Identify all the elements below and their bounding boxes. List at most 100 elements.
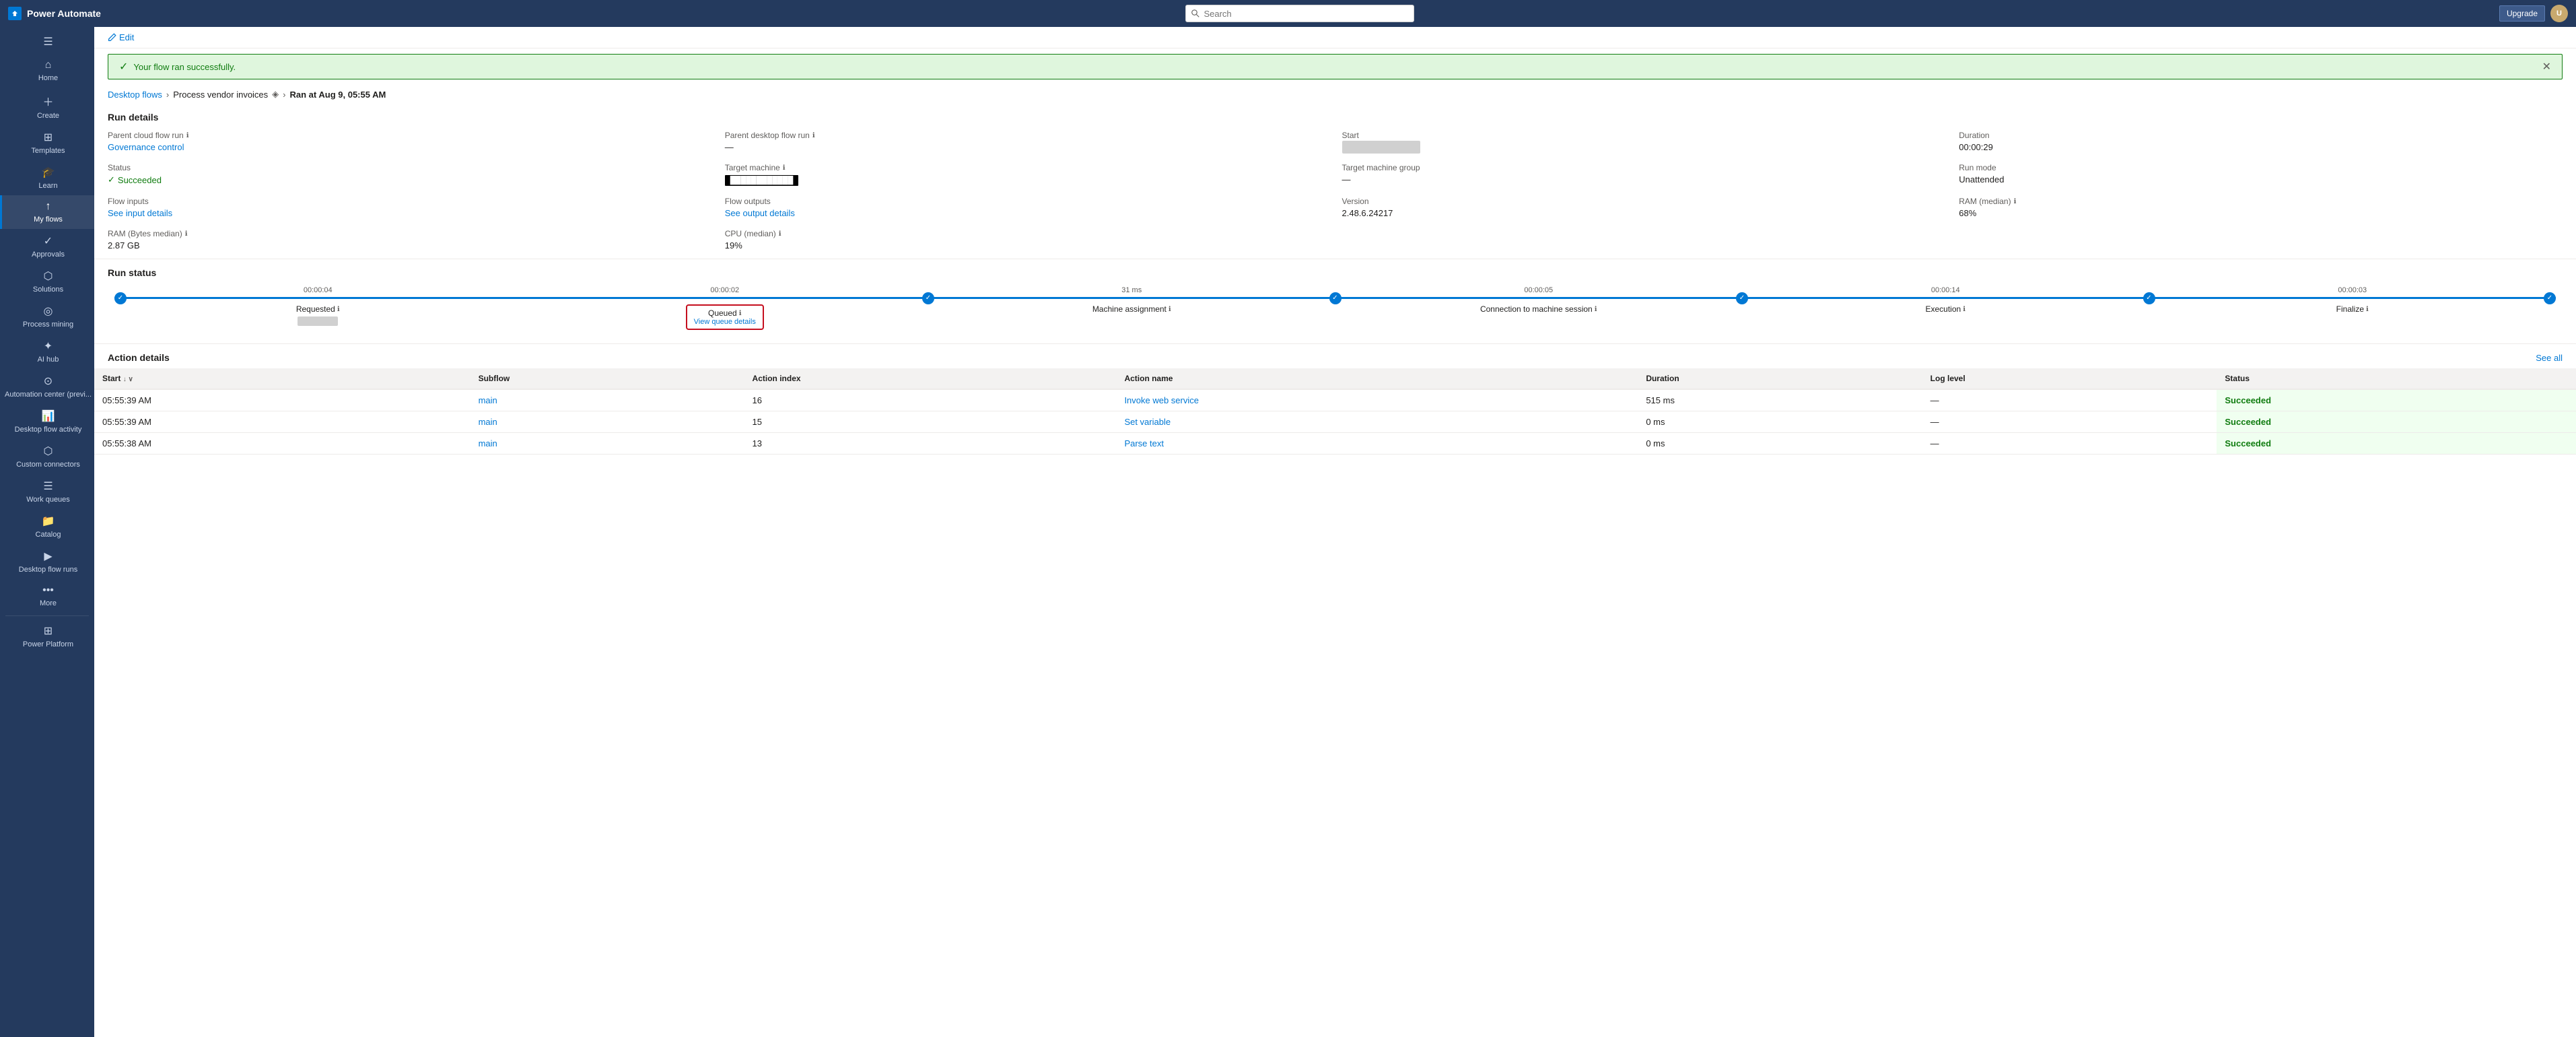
breadcrumb-parent[interactable]: Desktop flows [108, 90, 162, 100]
label-requested: Requested ℹ [114, 304, 522, 330]
target-machine-info-icon[interactable]: ℹ [783, 164, 786, 172]
timeline-labels: Requested ℹ Queued ℹ [114, 304, 2556, 330]
timeline: 00:00:04 00:00:02 31 ms 00:00:05 00:00:1… [114, 286, 2556, 330]
sidebar-item-solutions[interactable]: ⬡ Solutions [0, 264, 94, 299]
breadcrumb-sep1: › [166, 90, 169, 100]
sidebar-label-desktop-flow-runs: Desktop flow runs [19, 566, 77, 574]
search-input[interactable] [1204, 9, 1408, 19]
sidebar-item-learn[interactable]: 🎓 Learn [0, 160, 94, 195]
sidebar-item-process-mining[interactable]: ◎ Process mining [0, 299, 94, 334]
target-machine-label: Target machine ℹ [725, 163, 1329, 172]
col-duration: Duration [1638, 368, 1922, 389]
create-icon: ＋ [42, 93, 53, 109]
sidebar-item-my-flows[interactable]: ↑ My flows [0, 195, 94, 229]
solutions-icon: ⬡ [44, 269, 53, 283]
time-finalize: 00:00:03 [2149, 286, 2556, 294]
time-requested: 00:00:04 [114, 286, 522, 294]
catalog-icon: 📁 [42, 514, 55, 528]
close-banner-button[interactable]: ✕ [2542, 60, 2551, 73]
breadcrumb-flow-icon: ◈ [272, 89, 279, 100]
flow-outputs-label: Flow outputs [725, 197, 1329, 206]
dot-queued: ✓ [922, 292, 934, 304]
cell-action-index-2: 15 [744, 411, 1117, 433]
sidebar-divider [5, 615, 89, 616]
sidebar-item-approvals[interactable]: ✓ Approvals [0, 229, 94, 264]
sidebar-item-automation-center[interactable]: ⊙ Automation center (previ... [0, 369, 94, 404]
sidebar-label-desktop-flow-activity: Desktop flow activity [15, 426, 82, 434]
queued-info-icon[interactable]: ℹ [739, 310, 742, 317]
track-segment-3: ✓ [928, 297, 1335, 299]
see-all-link[interactable]: See all [2536, 353, 2563, 363]
cell-status-1: Succeeded [2217, 389, 2576, 411]
time-queued: 00:00:02 [522, 286, 929, 294]
col-action-index: Action index [744, 368, 1117, 389]
ram-median-info-icon[interactable]: ℹ [2014, 198, 2017, 205]
detail-start: Start ████ [1342, 131, 1946, 152]
action-name-link-1[interactable]: Invoke web service [1124, 395, 1199, 405]
more-icon: ••• [42, 584, 54, 597]
sidebar-item-ai-hub[interactable]: ✦ AI hub [0, 334, 94, 369]
parent-cloud-info-icon[interactable]: ℹ [186, 132, 189, 139]
subflow-link-3[interactable]: main [479, 438, 497, 448]
topbar: Power Automate Upgrade U [0, 0, 2576, 27]
label-finalize-text: Finalize ℹ [2336, 304, 2369, 314]
sidebar-item-work-queues[interactable]: ☰ Work queues [0, 474, 94, 509]
see-input-details-link[interactable]: See input details [108, 208, 172, 218]
sidebar-item-desktop-flow-activity[interactable]: 📊 Desktop flow activity [0, 404, 94, 439]
sidebar-item-menu[interactable]: ☰ [0, 30, 94, 54]
time-machine-assignment: 31 ms [928, 286, 1335, 294]
edit-label: Edit [119, 32, 134, 42]
connection-info-icon[interactable]: ℹ [1595, 306, 1597, 313]
cell-start-3: 05:55:38 AM [94, 433, 471, 455]
ram-bytes-info-icon[interactable]: ℹ [185, 230, 188, 238]
cell-start-2: 05:55:39 AM [94, 411, 471, 433]
breadcrumb-flow-name: Process vendor invoices [173, 90, 268, 100]
action-name-link-2[interactable]: Set variable [1124, 417, 1171, 427]
sidebar-item-catalog[interactable]: 📁 Catalog [0, 509, 94, 544]
detail-ram-bytes: RAM (Bytes median) ℹ 2.87 GB [108, 229, 711, 250]
track-segment-2: ✓ [522, 297, 929, 299]
subflow-link-1[interactable]: main [479, 395, 497, 405]
execution-info-icon[interactable]: ℹ [1963, 306, 1965, 313]
sidebar-item-create[interactable]: ＋ Create [0, 88, 94, 125]
parent-desktop-info-icon[interactable]: ℹ [812, 132, 815, 139]
action-table: Start ↓ ∨ Subflow Action index Action na… [94, 368, 2576, 455]
label-finalize: Finalize ℹ [2149, 304, 2556, 330]
sidebar-label-more: More [40, 599, 57, 607]
detail-version: Version 2.48.6.24217 [1342, 197, 1946, 218]
table-body: 05:55:39 AM main 16 Invoke web service 5… [94, 389, 2576, 455]
see-output-details-link[interactable]: See output details [725, 208, 795, 218]
process-mining-icon: ◎ [44, 304, 53, 318]
upgrade-button[interactable]: Upgrade [2499, 5, 2545, 22]
sort-icon-start[interactable]: ↓ ∨ [123, 376, 133, 383]
edit-button[interactable]: Edit [108, 32, 134, 42]
subflow-link-2[interactable]: main [479, 417, 497, 427]
view-queue-details-link[interactable]: View queue details [694, 318, 756, 326]
finalize-info-icon[interactable]: ℹ [2366, 306, 2369, 313]
dot-requested: ✓ [114, 292, 127, 304]
search-box[interactable] [1185, 5, 1414, 22]
action-name-link-3[interactable]: Parse text [1124, 438, 1164, 448]
cpu-info-icon[interactable]: ℹ [779, 230, 781, 238]
flow-outputs-value: See output details [725, 208, 1329, 218]
sidebar-item-power-platform[interactable]: ⊞ Power Platform [0, 619, 94, 654]
label-execution-text: Execution ℹ [1925, 304, 1965, 314]
cell-duration-1: 515 ms [1638, 389, 1922, 411]
sidebar-label-catalog: Catalog [36, 531, 61, 539]
machine-assignment-info-icon[interactable]: ℹ [1169, 306, 1171, 313]
dot-machine-assignment: ✓ [1329, 292, 1342, 304]
sidebar-item-desktop-flow-runs[interactable]: ▶ Desktop flow runs [0, 544, 94, 579]
action-details-header: Action details See all [94, 344, 2576, 368]
app-logo-icon [8, 7, 22, 20]
sidebar-label-automation-center: Automation center (previ... [5, 391, 92, 399]
governance-control-link[interactable]: Governance control [108, 142, 184, 152]
avatar[interactable]: U [2550, 5, 2568, 22]
sidebar-item-more[interactable]: ••• More [0, 579, 94, 613]
custom-connectors-icon: ⬡ [44, 444, 53, 458]
sidebar-label-process-mining: Process mining [23, 321, 73, 329]
sidebar-item-custom-connectors[interactable]: ⬡ Custom connectors [0, 439, 94, 474]
sidebar-item-home[interactable]: ⌂ Home [0, 54, 94, 88]
sidebar-item-templates[interactable]: ⊞ Templates [0, 125, 94, 160]
requested-info-icon[interactable]: ℹ [337, 306, 340, 313]
search-icon [1191, 9, 1199, 18]
